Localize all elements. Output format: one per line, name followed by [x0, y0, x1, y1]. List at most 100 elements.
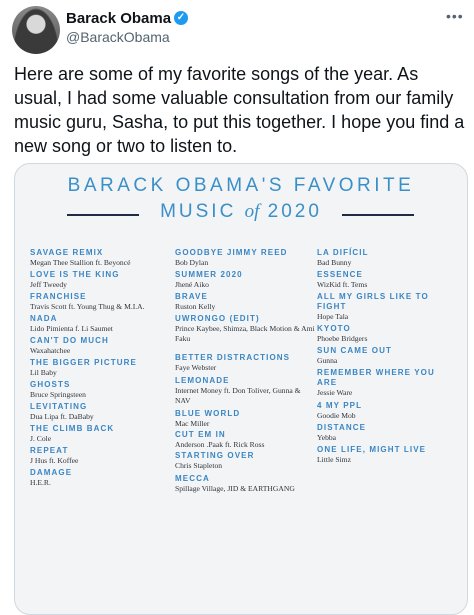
song-title: LOVE IS THE KING	[30, 270, 120, 279]
song-artist: Dua Lipa ft. DaBaby	[30, 412, 94, 421]
song-item: DAMAGE H.E.R.	[30, 468, 170, 488]
song-title: ESSENCE	[317, 270, 363, 279]
song-artist: Bruce Springsteen	[30, 390, 86, 399]
song-item: GOODBYE JIMMY REED Bob Dylan	[175, 248, 315, 268]
song-artist: J Hus ft. Koffee	[30, 456, 79, 465]
song-title: GOODBYE JIMMY REED	[175, 248, 288, 257]
song-artist: Yebba	[317, 433, 337, 442]
song-title: UWRONGO (EDIT)	[175, 314, 260, 323]
song-artist: Phoebe Bridgers	[317, 334, 368, 343]
card-title-music: MUSIC	[160, 201, 237, 222]
song-item: MECCA Spillage Village, JID & EARTHGANG	[175, 474, 315, 494]
song-title: STARTING OVER	[175, 451, 255, 460]
song-artist: Lido Pimienta f. Li Saumet	[30, 324, 113, 333]
card-title-year: 2020	[267, 201, 322, 222]
song-title: LA DIFÍCIL	[317, 248, 369, 257]
song-title: SUMMER 2020	[175, 270, 243, 279]
song-title: ALL MY GIRLS LIKE TO FIGHT	[317, 292, 429, 311]
song-artist: Goodie Mob	[317, 411, 356, 420]
author-name[interactable]: Barack Obama	[66, 10, 171, 27]
song-title: KYOTO	[317, 324, 351, 333]
song-title: BETTER DISTRACTIONS	[175, 353, 291, 362]
song-artist: Ruston Kelly	[175, 302, 216, 311]
more-options-icon[interactable]: •••	[446, 8, 464, 24]
song-title: ONE LIFE, MIGHT LIVE	[317, 445, 427, 454]
song-artist: Faye Webster	[175, 363, 217, 372]
song-artist: Hope Tala	[317, 312, 349, 321]
song-item: ONE LIFE, MIGHT LIVE Little Simz	[317, 445, 452, 465]
song-title: BLUE WORLD	[175, 409, 241, 418]
song-item: BETTER DISTRACTIONS Faye Webster	[175, 353, 315, 373]
song-item: REPEAT J Hus ft. Koffee	[30, 446, 170, 466]
song-artist: Spillage Village, JID & EARTHGANG	[175, 484, 295, 493]
song-item: THE CLIMB BACK J. Cole	[30, 424, 170, 444]
song-item: SUMMER 2020 Jhené Aiko	[175, 270, 315, 290]
song-item: BLUE WORLD Mac Miller	[175, 409, 315, 429]
song-artist: Mac Miller	[175, 419, 210, 428]
song-title: CUT EM IN	[175, 430, 226, 439]
song-item: LA DIFÍCIL Bad Bunny	[317, 248, 452, 268]
song-title: DAMAGE	[30, 468, 73, 477]
avatar[interactable]	[12, 6, 60, 54]
song-item: FRANCHISE Travis Scott ft. Young Thug & M…	[30, 292, 170, 312]
song-artist: Prince Kaybee, Shimza, Black Motion & Am…	[175, 324, 315, 343]
song-artist: Bob Dylan	[175, 258, 209, 267]
song-artist: Lil Baby	[30, 368, 57, 377]
song-title: 4 MY PPL	[317, 401, 363, 410]
song-artist: Megan Thee Stallion ft. Beyoncé	[30, 258, 131, 267]
song-item: NADA Lido Pimienta f. Li Saumet	[30, 314, 170, 334]
song-item: REMEMBER WHERE YOU ARE Jessie Ware	[317, 368, 452, 398]
song-artist: Internet Money ft. Don Toliver, Gunna & …	[175, 386, 301, 405]
song-item: THE BIGGER PICTURE Lil Baby	[30, 358, 170, 378]
song-artist: J. Cole	[30, 434, 52, 443]
song-title: NADA	[30, 314, 58, 323]
song-item: ESSENCE WizKid ft. Tems	[317, 270, 452, 290]
song-item: LEVITATING Dua Lipa ft. DaBaby	[30, 402, 170, 422]
song-item: ALL MY GIRLS LIKE TO FIGHT Hope Tala	[317, 292, 452, 322]
song-title: THE BIGGER PICTURE	[30, 358, 137, 367]
song-artist: Little Simz	[317, 455, 351, 464]
song-item: STARTING OVER Chris Stapleton	[175, 451, 315, 471]
card-title-of: of	[244, 201, 260, 222]
author-handle[interactable]: @BarackObama	[66, 29, 170, 45]
song-item: CUT EM IN Anderson .Paak ft. Rick Ross	[175, 430, 315, 450]
song-title: THE CLIMB BACK	[30, 424, 115, 433]
song-title: CAN'T DO MUCH	[30, 336, 109, 345]
song-title: REMEMBER WHERE YOU ARE	[317, 368, 435, 387]
song-item: GHOSTS Bruce Springsteen	[30, 380, 170, 400]
song-title: SAVAGE REMIX	[30, 248, 104, 257]
song-artist: Gunna	[317, 356, 338, 365]
song-artist: H.E.R.	[30, 478, 51, 487]
song-item: LOVE IS THE KING Jeff Tweedy	[30, 270, 170, 290]
song-item: 4 MY PPL Goodie Mob	[317, 401, 452, 421]
song-artist: Bad Bunny	[317, 258, 352, 267]
song-title: DISTANCE	[317, 423, 367, 432]
song-item: CAN'T DO MUCH Waxahatchee	[30, 336, 170, 356]
song-title: GHOSTS	[30, 380, 71, 389]
song-item: BRAVE Ruston Kelly	[175, 292, 315, 312]
song-artist: Anderson .Paak ft. Rick Ross	[175, 440, 265, 449]
song-title: LEVITATING	[30, 402, 88, 411]
tweet-image[interactable]: BARACK OBAMA'S FAVORITE MUSIC of 2020 SA…	[14, 163, 468, 615]
song-artist: Jhené Aiko	[175, 280, 209, 289]
song-title: SUN CAME OUT	[317, 346, 392, 355]
tweet-text: Here are some of my favorite songs of th…	[14, 64, 465, 156]
song-title: FRANCHISE	[30, 292, 87, 301]
song-item: LEMONADE Internet Money ft. Don Toliver, …	[175, 376, 315, 406]
song-title: LEMONADE	[175, 376, 230, 385]
card-title-line1: BARACK OBAMA'S FAVORITE	[67, 175, 415, 196]
song-item: DISTANCE Yebba	[317, 423, 452, 443]
song-item: SAVAGE REMIX Megan Thee Stallion ft. Beyo…	[30, 248, 170, 268]
song-artist: Jeff Tweedy	[30, 280, 67, 289]
song-artist: Jessie Ware	[317, 388, 353, 397]
song-title: REPEAT	[30, 446, 69, 455]
song-artist: WizKid ft. Tems	[317, 280, 368, 289]
verified-badge-icon: ✓	[174, 11, 188, 25]
song-title: BRAVE	[175, 292, 208, 301]
song-item: KYOTO Phoebe Bridgers	[317, 324, 452, 344]
song-artist: Travis Scott ft. Young Thug & M.I.A.	[30, 302, 145, 311]
song-item: SUN CAME OUT Gunna	[317, 346, 452, 366]
song-artist: Chris Stapleton	[175, 461, 223, 470]
song-title: MECCA	[175, 474, 210, 483]
tweet-header: Barack Obama ✓ @BarackObama •••	[0, 0, 474, 60]
